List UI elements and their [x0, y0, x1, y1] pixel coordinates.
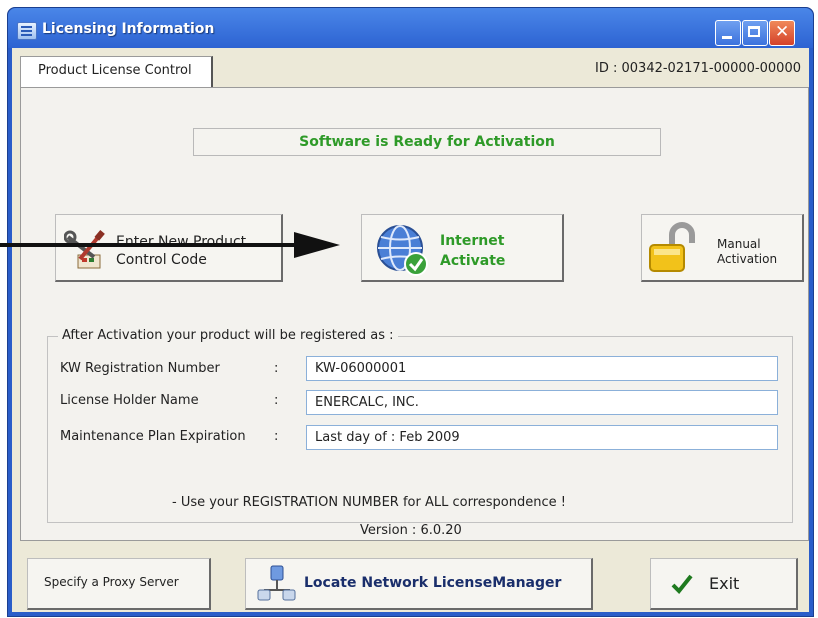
checkmark-icon [671, 574, 693, 594]
exit-button[interactable]: Exit [650, 558, 798, 610]
window-title: Licensing Information [42, 21, 215, 37]
colon: : [274, 429, 279, 444]
maximize-button[interactable] [742, 20, 768, 46]
exit-label: Exit [709, 574, 740, 593]
tab-label: Product License Control [38, 63, 192, 78]
enter-label-line2: Control Code [116, 252, 207, 268]
title-bar[interactable]: Licensing Information ✕ [8, 8, 813, 48]
enter-product-code-button[interactable]: Enter New Product Control Code [55, 214, 283, 282]
status-box: Software is Ready for Activation [193, 128, 661, 156]
manual-label-line1: Manual [717, 237, 761, 251]
app-icon [17, 22, 37, 40]
registration-number-field[interactable]: KW-06000001 [306, 356, 778, 381]
maintenance-expiration-field[interactable]: Last day of : Feb 2009 [306, 425, 778, 450]
maintenance-expiration-label: Maintenance Plan Expiration [60, 429, 246, 444]
version-label: Version : 6.0.20 [360, 523, 462, 538]
status-text: Software is Ready for Activation [299, 134, 555, 150]
correspondence-note: - Use your REGISTRATION NUMBER for ALL c… [172, 495, 566, 510]
dialog-client: Product License Control ID : 00342-02171… [12, 48, 809, 612]
padlock-icon [649, 222, 695, 272]
license-holder-field[interactable]: ENERCALC, INC. [306, 390, 778, 415]
colon: : [274, 361, 279, 376]
license-id: ID : 00342-02171-00000-00000 [595, 61, 801, 76]
internet-label-line1: Internet [440, 233, 505, 249]
license-holder-label: License Holder Name [60, 393, 199, 408]
enter-label-line1: Enter New Product [116, 234, 247, 250]
manual-activation-button[interactable]: Manual Activation [641, 214, 804, 282]
tab-panel: Software is Ready for Activation Enter N… [20, 87, 809, 541]
globe-check-icon [377, 225, 428, 276]
minimize-icon [722, 36, 732, 39]
registration-group: After Activation your product will be re… [47, 328, 793, 523]
maximize-icon [748, 26, 760, 37]
manual-label-line2: Activation [717, 252, 778, 266]
registration-legend: After Activation your product will be re… [58, 328, 398, 343]
minimize-button[interactable] [715, 20, 741, 46]
internet-label-line2: Activate [440, 253, 506, 269]
tools-icon [64, 230, 105, 269]
licensing-window: Licensing Information ✕ Product License … [7, 7, 814, 617]
close-icon: ✕ [775, 22, 790, 42]
registration-number-label: KW Registration Number [60, 361, 220, 376]
proxy-label: Specify a Proxy Server [44, 575, 179, 589]
locate-label: Locate Network LicenseManager [304, 575, 562, 591]
internet-activate-button[interactable]: Internet Activate [361, 214, 564, 282]
tab-product-license-control[interactable]: Product License Control [20, 56, 213, 87]
close-button[interactable]: ✕ [769, 20, 795, 46]
proxy-server-button[interactable]: Specify a Proxy Server [27, 558, 211, 610]
colon: : [274, 393, 279, 408]
locate-license-manager-button[interactable]: Locate Network LicenseManager [245, 558, 593, 610]
network-icon [257, 565, 296, 601]
